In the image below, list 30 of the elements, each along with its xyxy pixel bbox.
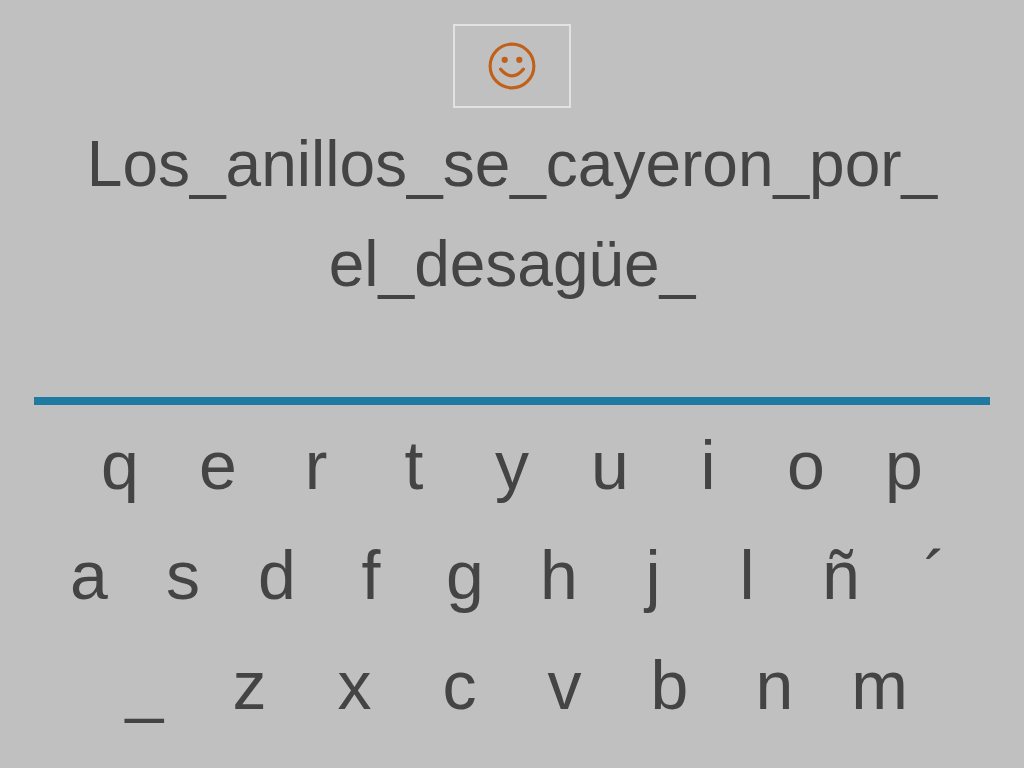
letter-key[interactable]: l: [700, 523, 794, 627]
smiley-icon: [487, 41, 537, 91]
letter-key[interactable]: h: [512, 523, 606, 627]
letter-key[interactable]: m: [827, 633, 932, 737]
letter-key[interactable]: y: [463, 413, 561, 517]
letter-key[interactable]: v: [512, 633, 617, 737]
letter-key[interactable]: x: [302, 633, 407, 737]
letter-key[interactable]: j: [606, 523, 700, 627]
letter-key[interactable]: ´: [888, 523, 982, 627]
sentence-text: Los_anillos_se_cayeron_por_: [86, 127, 938, 202]
letter-key[interactable]: o: [757, 413, 855, 517]
letter-key[interactable]: u: [561, 413, 659, 517]
letter-key[interactable]: b: [617, 633, 722, 737]
letter-key[interactable]: s: [136, 523, 230, 627]
letter-key[interactable]: p: [855, 413, 953, 517]
letter-key[interactable]: g: [418, 523, 512, 627]
letter-key[interactable]: z: [197, 633, 302, 737]
letter-key[interactable]: i: [659, 413, 757, 517]
letter-key[interactable]: _: [92, 633, 197, 737]
letter-key[interactable]: n: [722, 633, 827, 737]
sentence-text: el_desagüe_: [328, 227, 696, 302]
letter-key[interactable]: c: [407, 633, 512, 737]
letter-key[interactable]: f: [324, 523, 418, 627]
letter-key[interactable]: q: [71, 413, 169, 517]
letter-key[interactable]: e: [169, 413, 267, 517]
letter-key[interactable]: ñ: [794, 523, 888, 627]
letter-key[interactable]: t: [365, 413, 463, 517]
letter-key[interactable]: a: [42, 523, 136, 627]
letter-key[interactable]: r: [267, 413, 365, 517]
letter-key[interactable]: d: [230, 523, 324, 627]
